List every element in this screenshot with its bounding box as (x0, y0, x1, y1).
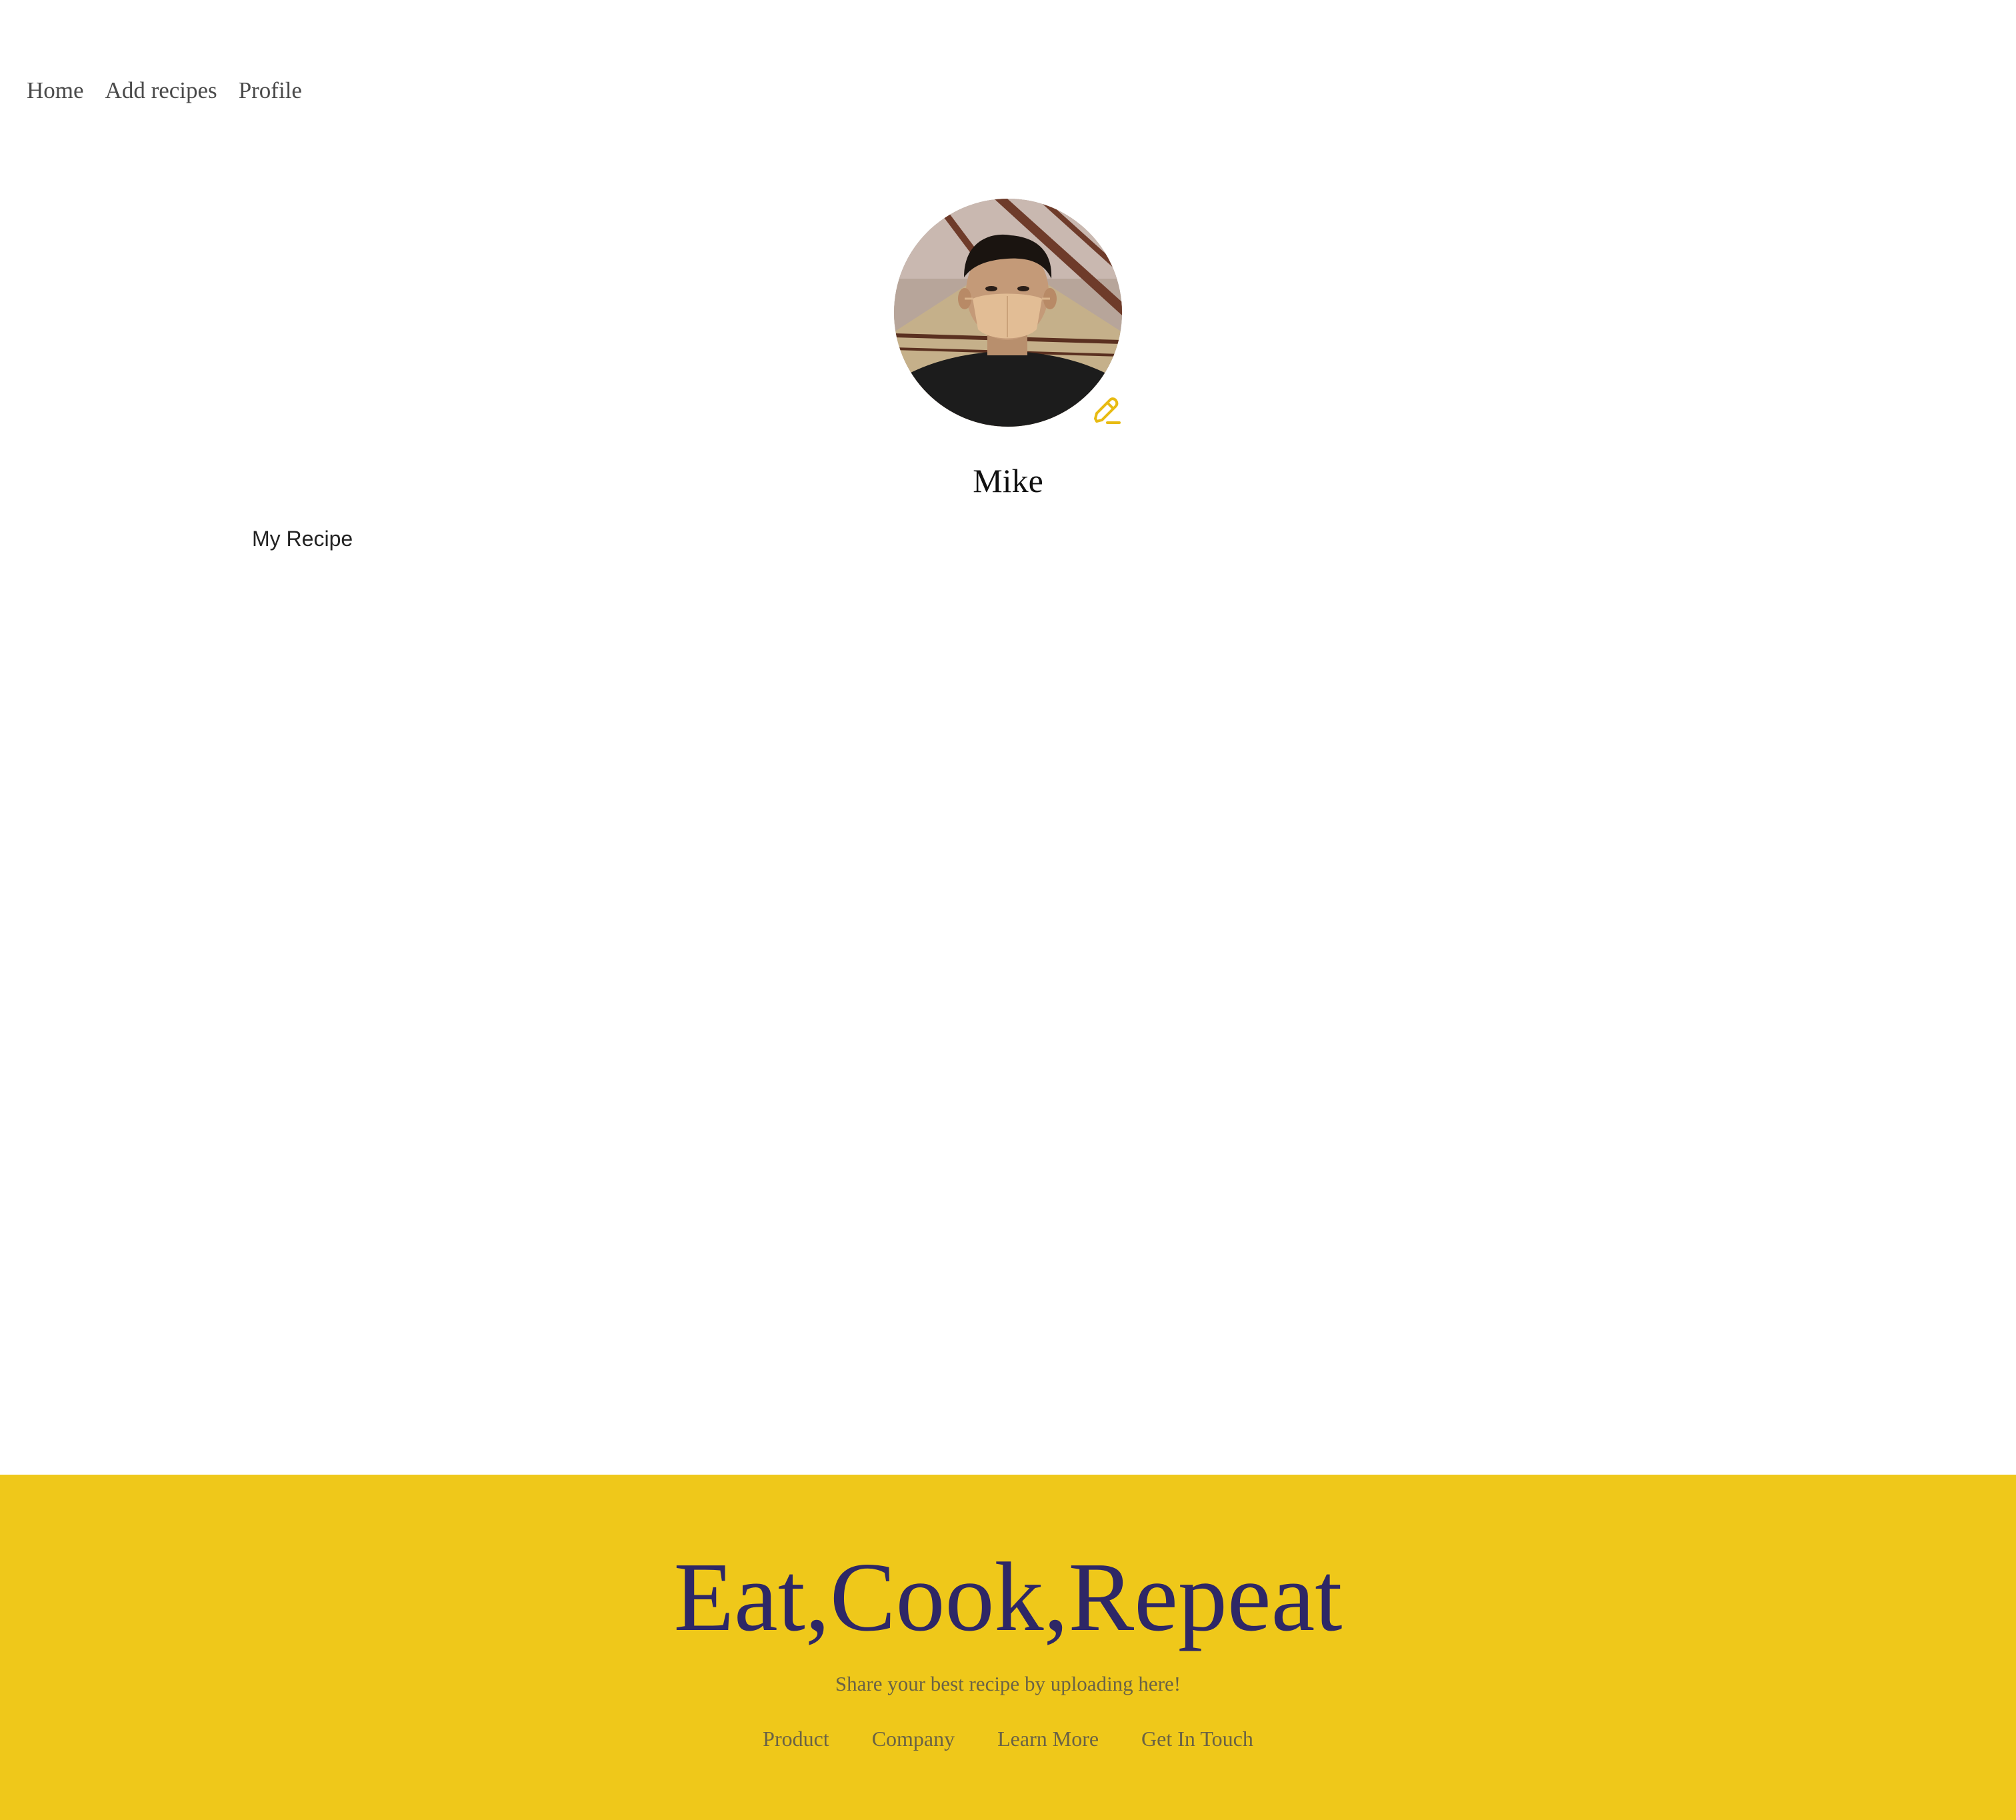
pencil-icon[interactable] (1090, 395, 1122, 427)
profile-name: Mike (973, 462, 1043, 499)
nav-link-profile[interactable]: Profile (239, 79, 302, 102)
nav-link-home[interactable]: Home (27, 79, 84, 102)
footer-subtitle: Share your best recipe by uploading here… (835, 1672, 1181, 1695)
footer-link-company[interactable]: Company (872, 1728, 955, 1749)
footer-link-learn-more[interactable]: Learn More (997, 1728, 1099, 1749)
avatar-container (894, 199, 1122, 427)
nav-link-add-recipes[interactable]: Add recipes (105, 79, 217, 102)
top-navbar: Home Add recipes Profile (27, 79, 302, 102)
avatar-photo (894, 199, 1122, 427)
footer-links: Product Company Learn More Get In Touch (0, 1728, 2016, 1749)
my-recipe-heading: My Recipe (252, 527, 353, 551)
footer-title: Eat,Cook,Repeat (673, 1543, 1343, 1652)
footer-link-get-in-touch[interactable]: Get In Touch (1141, 1728, 1253, 1749)
footer-link-product[interactable]: Product (763, 1728, 829, 1749)
footer: Eat,Cook,Repeat Share your best recipe b… (0, 1475, 2016, 1820)
avatar (894, 199, 1122, 427)
